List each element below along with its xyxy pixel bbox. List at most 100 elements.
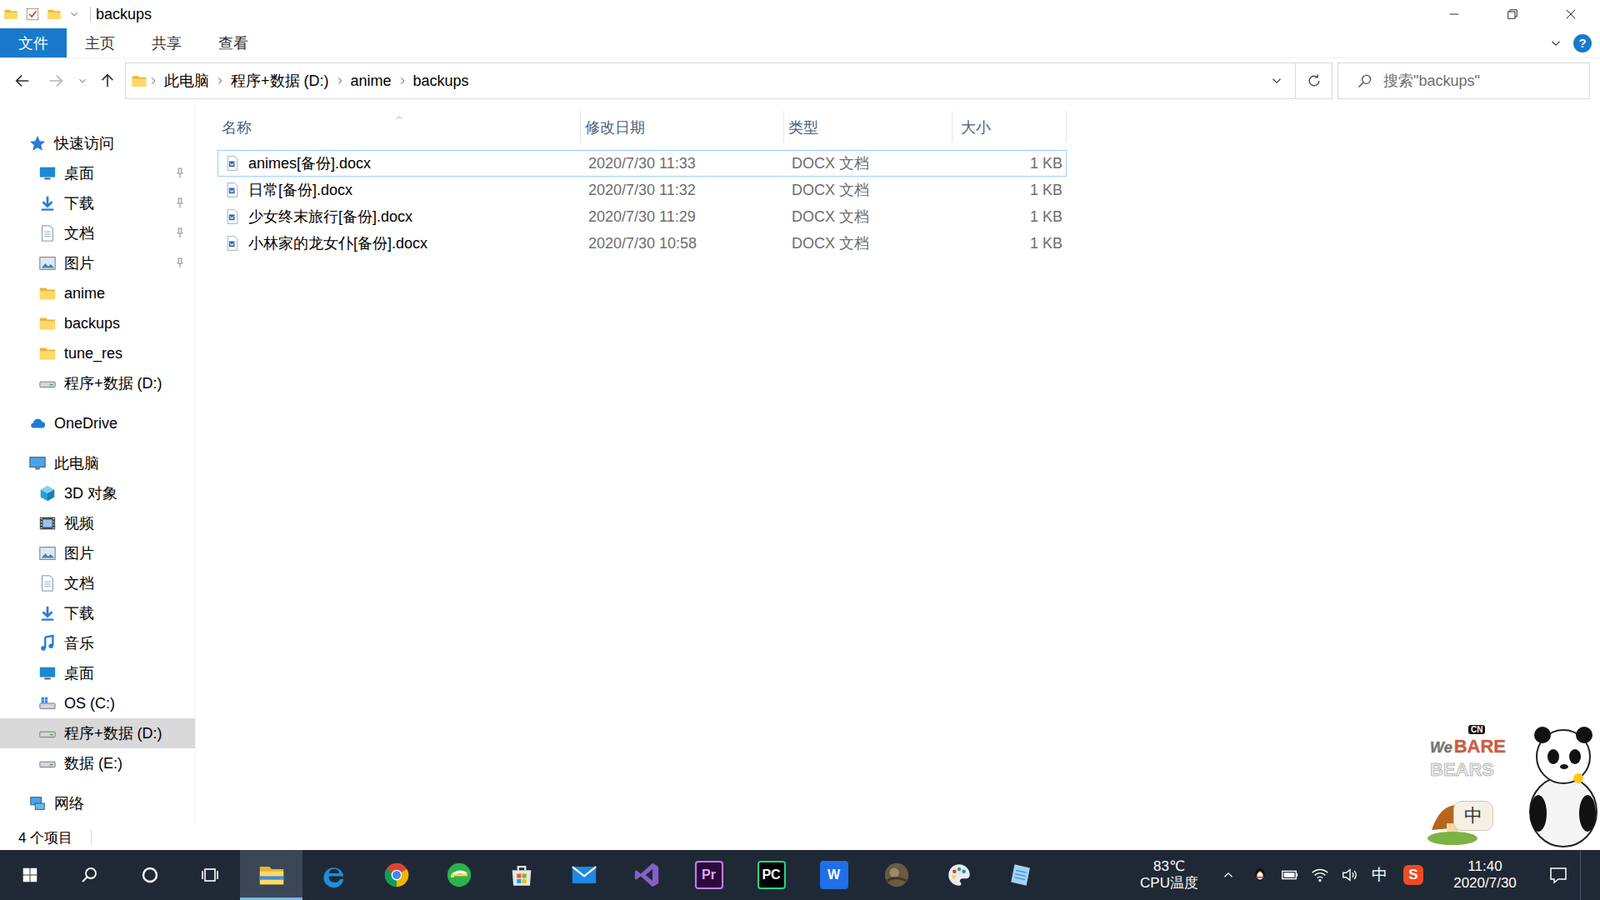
chevron-down-icon [76,75,89,87]
column-header[interactable]: 类型 [784,110,953,143]
task-view-button[interactable] [180,850,240,900]
minimize-button[interactable] [1425,0,1484,29]
chevron-down-icon[interactable] [1548,35,1564,51]
up-button[interactable] [95,64,120,98]
sidebar-item[interactable]: 图片 [0,248,195,279]
network-badge: CN [1468,725,1485,735]
recent-locations-button[interactable] [75,64,90,98]
ime-skin-widget[interactable]: CNWeBAREBEARS中 [1415,713,1600,849]
folder-icon[interactable] [46,6,62,22]
breadcrumb[interactable]: 此电脑 [159,70,215,91]
sidebar-item[interactable]: 桌面 [0,658,195,689]
breadcrumb[interactable]: anime [345,72,397,90]
sidebar-item[interactable]: OS (C:) [0,688,195,719]
taskbar-app[interactable] [615,850,678,900]
network-tray[interactable] [1305,850,1335,900]
address-bar[interactable]: 此电脑程序+数据 (D:) anime backups [125,62,1333,100]
file-row[interactable]: animes[备份].docx2020/7/30 11:33DOCX 文档1 K… [217,150,1067,177]
sidebar-item[interactable]: 文档 [0,218,195,249]
taskbar-app[interactable] [990,850,1053,900]
ribbon-tab[interactable]: 查看 [200,28,267,58]
folder-icon[interactable] [3,6,19,22]
sogou-tray[interactable]: S [1393,850,1434,900]
ribbon-tab[interactable]: 文件 [0,28,67,58]
input-mode[interactable]: 中 [1365,850,1394,900]
taskbar-app[interactable] [927,850,990,900]
taskbar-app[interactable] [552,850,615,900]
volume-tray[interactable] [1335,850,1365,900]
sidebar-item[interactable]: 音乐 [0,628,195,659]
sidebar-item[interactable]: 数据 (E:) [0,748,195,779]
picture-icon [38,254,57,273]
file-row[interactable]: 日常[备份].docx2020/7/30 11:32DOCX 文档1 KB [217,176,1067,204]
back-button[interactable] [8,64,37,98]
sidebar-item[interactable]: 图片 [0,538,195,569]
taskbar-app[interactable] [865,850,928,900]
taskbar-app[interactable] [427,850,490,900]
sidebar-item[interactable]: 3D 对象 [0,478,195,509]
sidebar-item[interactable]: 下载 [0,188,195,219]
chevron-right-icon[interactable] [214,75,226,87]
sidebar-item[interactable]: backups [0,308,195,339]
taskbar: PrPCW83℃CPU温度中S11:402020/7/30 [0,850,1600,900]
show-desktop-button[interactable] [1580,850,1600,900]
file-type: DOCX 文档 [785,153,954,174]
sidebar-item[interactable]: 快速访问 [0,128,195,159]
close-button[interactable] [1541,0,1600,29]
taskbar-app[interactable]: W [802,850,865,900]
qq-tray[interactable] [1245,850,1275,900]
column-header[interactable]: 名称 [217,110,581,143]
action-center-button[interactable] [1536,850,1580,900]
folder-icon [38,314,57,333]
sidebar-item[interactable]: tune_res [0,338,195,369]
ribbon-tab[interactable]: 共享 [133,28,200,58]
help-button[interactable]: ? [1573,34,1592,53]
taskbar-app[interactable] [365,850,428,900]
chevron-right-icon[interactable] [396,75,409,87]
forward-button[interactable] [41,64,70,98]
clock[interactable]: 11:402020/7/30 [1433,850,1537,900]
file-size: 1 KB [953,208,1068,226]
wifi-icon [1310,865,1330,885]
breadcrumb[interactable]: 程序+数据 (D:) [225,70,335,91]
column-header[interactable]: 修改日期 [580,110,785,143]
restore-button[interactable] [1483,0,1542,29]
sidebar-item[interactable]: 程序+数据 (D:) [0,368,195,399]
column-header[interactable]: 大小 [952,110,1067,143]
sidebar-item[interactable]: anime [0,278,195,309]
properties-icon[interactable] [25,6,40,22]
ime-mode[interactable]: 中 [1453,800,1494,831]
chevron-down-icon[interactable] [68,8,80,20]
chevron-right-icon[interactable] [334,75,346,87]
battery-tray[interactable] [1275,850,1305,900]
taskbar-app[interactable] [240,850,303,900]
ribbon-tab[interactable]: 主页 [66,28,134,58]
taskbar-app[interactable] [490,850,553,900]
taskbar-app[interactable]: Pr [677,850,740,900]
sidebar-item[interactable]: 下载 [0,598,195,629]
file-row[interactable]: 少女终末旅行[备份].docx2020/7/30 11:29DOCX 文档1 K… [217,203,1067,230]
minimize-icon [1446,6,1462,22]
picture-icon [38,544,57,563]
show-hidden-icons-button[interactable] [1210,850,1245,900]
sidebar-item[interactable]: 桌面 [0,158,195,189]
file-type: DOCX 文档 [785,206,954,227]
sidebar-item[interactable]: 程序+数据 (D:) [0,718,195,749]
visualstudio-icon [632,860,661,890]
breadcrumb[interactable]: backups [408,72,475,90]
search-box[interactable]: 搜索"backups" [1337,62,1590,100]
refresh-button[interactable] [1295,63,1332,99]
cortana-button[interactable] [120,850,180,900]
search-button[interactable] [60,850,120,900]
file-row[interactable]: 小林家的龙女仆[备份].docx2020/7/30 10:58DOCX 文档1 … [217,230,1067,257]
panda-icon [1415,713,1600,849]
sidebar-item[interactable]: 文档 [0,568,195,599]
address-history-button[interactable] [1258,63,1295,99]
sidebar-item[interactable]: OneDrive [0,408,195,439]
sidebar-item[interactable]: 网络 [0,788,195,819]
taskbar-app[interactable] [302,850,365,900]
start-button[interactable] [0,850,60,900]
taskbar-app[interactable]: PC [740,850,803,900]
sidebar-item[interactable]: 视频 [0,508,195,539]
sidebar-item[interactable]: 此电脑 [0,448,195,479]
